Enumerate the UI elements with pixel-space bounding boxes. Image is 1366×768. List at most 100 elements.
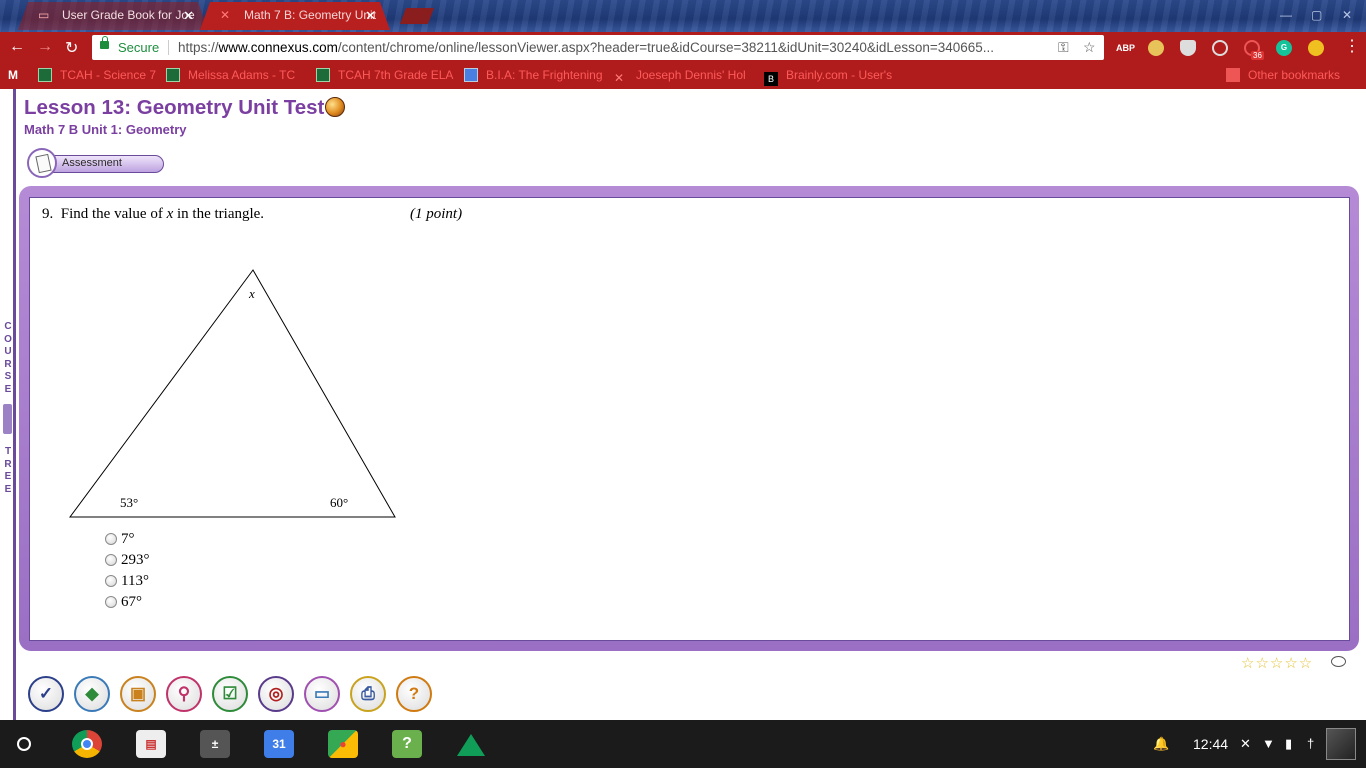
tab-close-icon[interactable]: ✕: [365, 8, 376, 24]
option-radio[interactable]: [105, 596, 117, 608]
clock-time[interactable]: 12:44: [1193, 736, 1228, 752]
forward-arrow-icon[interactable]: →: [37, 38, 53, 56]
back-arrow-icon[interactable]: ←: [9, 38, 25, 56]
launcher-icon[interactable]: [17, 737, 31, 751]
gmail-bookmark-icon[interactable]: M: [8, 68, 18, 82]
screen-icon[interactable]: ▭: [304, 676, 340, 712]
chrome-icon[interactable]: [72, 730, 102, 758]
extension-badge-count: 36: [1251, 51, 1264, 60]
os-shelf: ▤ ± 31 ● ? 🔔 12:44 ✕ ▼ ▮ †: [0, 720, 1366, 768]
tab-close-icon[interactable]: ✕: [183, 8, 194, 24]
connexus-favicon-icon: ✕: [220, 8, 231, 22]
target-icon[interactable]: ◎: [258, 676, 294, 712]
bookmark-bia[interactable]: B.I.A: The Frightening: [464, 68, 603, 82]
option-label: 113°: [121, 573, 149, 589]
menu-dots-icon[interactable]: ⋮: [1344, 36, 1360, 56]
help-icon[interactable]: ?: [396, 676, 432, 712]
accessibility-icon[interactable]: †: [1307, 736, 1314, 751]
grammarly-icon[interactable]: G: [1276, 40, 1292, 56]
page-title: Lesson 13: Geometry Unit Test: [24, 96, 325, 119]
angle-x-label: x: [248, 286, 255, 301]
maps-icon[interactable]: ●: [328, 730, 358, 758]
bookmark-science[interactable]: TCAH - Science 7: [38, 68, 156, 82]
course-tree-toggle[interactable]: [3, 404, 12, 434]
lock-icon: [100, 36, 109, 49]
course-tree-rail[interactable]: COURSETREE: [0, 89, 16, 720]
brainly-icon: B: [764, 72, 778, 86]
bookmark-melissa-adams[interactable]: Melissa Adams - TC: [166, 68, 295, 82]
pushpin-icon[interactable]: ⚲: [166, 676, 202, 712]
tab-label: Math 7 B: Geometry Unit: [244, 8, 377, 22]
drive-icon[interactable]: [456, 730, 486, 758]
mute-icon[interactable]: ✕: [1240, 736, 1251, 752]
course-subtitle: Math 7 B Unit 1: Geometry: [24, 122, 187, 137]
prompt-before: Find the value of: [60, 206, 163, 222]
window-close-icon[interactable]: ✕: [1342, 8, 1352, 22]
other-bookmarks[interactable]: Other bookmarks: [1226, 68, 1340, 82]
folder-icon: [1226, 68, 1240, 82]
angle-left-label: 53°: [120, 495, 138, 510]
omnibox-divider: [168, 40, 169, 55]
bookmark-brainly[interactable]: B Brainly.com - User's: [764, 68, 892, 86]
option-label: 293°: [121, 552, 150, 568]
book-icon[interactable]: ◆: [74, 676, 110, 712]
assessment-paper-icon: [27, 148, 57, 178]
connexus-app-icon: [38, 68, 52, 82]
angle-right-label: 60°: [330, 495, 348, 510]
secure-label: Secure: [118, 40, 160, 55]
connexus-x-icon: ✕: [614, 71, 625, 85]
question-points: (1 point): [410, 206, 463, 222]
connexus-app-icon: [166, 68, 180, 82]
browser-toolbar: ← → ↻ Secure https://www.connexus.com/co…: [0, 32, 1366, 63]
triangle-shape: [69, 269, 396, 518]
tab-geometry-unit[interactable]: ✕ Math 7 B: Geometry Unit ✕: [200, 2, 390, 30]
printer-icon[interactable]: ⎙: [350, 676, 386, 712]
comment-icon[interactable]: [1331, 656, 1346, 667]
assessment-label: Assessment: [62, 157, 122, 169]
reload-icon[interactable]: ↻: [65, 38, 78, 58]
maximize-icon[interactable]: ▢: [1311, 8, 1322, 22]
new-tab-button[interactable]: [400, 8, 434, 24]
calendar-icon[interactable]: 31: [264, 730, 294, 758]
question-number: 9.: [42, 206, 54, 222]
prompt-after: in the triangle.: [177, 206, 265, 222]
connexus-app-icon: [316, 68, 330, 82]
globe-icon[interactable]: [325, 97, 345, 117]
battery-icon[interactable]: ▮: [1285, 736, 1292, 752]
backpack-icon[interactable]: ▣: [120, 676, 156, 712]
tab-strip: ▭ User Grade Book for Joe ✕ ✕ Math 7 B: …: [0, 0, 1366, 32]
tab-label: User Grade Book for Joe: [62, 8, 195, 22]
question-prompt: 9. Find the value of x in the triangle.: [42, 206, 264, 223]
bookmark-star-icon[interactable]: ☆: [1083, 39, 1096, 56]
rating-stars[interactable]: ☆☆☆☆☆: [1241, 654, 1313, 672]
bookmarks-bar: M TCAH - Science 7 Melissa Adams - TC TC…: [0, 63, 1366, 89]
emoji-extension-icon[interactable]: [1308, 40, 1324, 56]
extension-ghost-icon[interactable]: [1148, 40, 1164, 56]
notification-bell-icon[interactable]: 🔔: [1153, 736, 1169, 752]
shield-icon[interactable]: [1180, 40, 1196, 56]
blocked-icon[interactable]: [1212, 40, 1228, 56]
key-icon[interactable]: ⚿: [1058, 39, 1069, 56]
address-bar[interactable]: Secure https://www.connexus.com/content/…: [92, 35, 1104, 60]
checklist-icon[interactable]: ☑: [212, 676, 248, 712]
option-radio[interactable]: [105, 554, 117, 566]
option-radio[interactable]: [105, 533, 117, 545]
avatar[interactable]: [1326, 728, 1356, 760]
url-text[interactable]: https://www.connexus.com/content/chrome/…: [178, 40, 1048, 55]
wifi-icon[interactable]: ▼: [1262, 736, 1275, 751]
tab-user-grade-book[interactable]: ▭ User Grade Book for Joe ✕: [18, 2, 208, 30]
files-icon[interactable]: ▤: [136, 730, 166, 758]
calculator-icon[interactable]: ±: [200, 730, 230, 758]
bookmark-ela[interactable]: TCAH 7th Grade ELA: [316, 68, 453, 82]
option-label: 7°: [121, 531, 135, 547]
bookmark-joeseph[interactable]: ✕ Joeseph Dennis' Hol: [614, 68, 746, 85]
option-label: 67°: [121, 594, 142, 610]
docs-icon: [464, 68, 478, 82]
minimize-icon[interactable]: —: [1280, 8, 1292, 22]
adblock-plus-icon[interactable]: ABP: [1116, 40, 1135, 56]
check-icon[interactable]: ✓: [28, 676, 64, 712]
help-app-icon[interactable]: ?: [392, 730, 422, 758]
option-radio[interactable]: [105, 575, 117, 587]
gmail-favicon-icon: ▭: [38, 8, 50, 22]
prompt-variable: x: [166, 206, 174, 222]
